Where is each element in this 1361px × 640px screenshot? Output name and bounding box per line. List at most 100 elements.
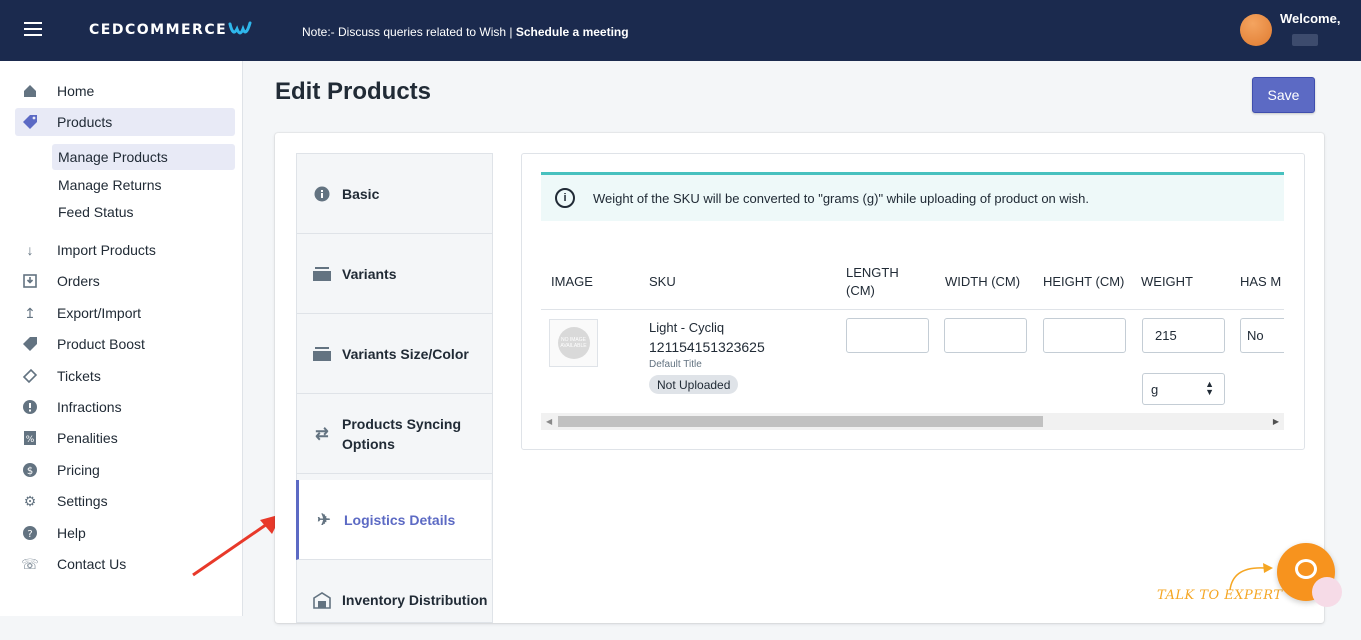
phone-icon: ☏ [21,555,39,572]
chat-bubble-icon [1295,559,1317,579]
save-button[interactable]: Save [1252,77,1315,113]
tab-label: Inventory Distribution [342,592,488,608]
tab-variants[interactable]: Variants [297,234,492,314]
column-header-length: LENGTH (CM) [846,265,899,298]
tab-inventory-distribution[interactable]: Inventory Distribution [297,560,492,640]
tab-basic[interactable]: Basic [297,154,492,234]
gear-icon: ⚙ [23,492,37,509]
sidebar-item-tickets[interactable]: Tickets [15,362,235,390]
edit-tabs: Basic Variants Variants Size/Color ⇄ Pro… [296,153,493,623]
sidebar-item-pricing[interactable]: $ Pricing [15,456,235,484]
tab-label: Basic [342,185,380,202]
sku-name: Light - Cycliq [649,320,725,335]
sidebar-item-label: Pricing [57,462,100,478]
sidebar-item-products[interactable]: Products [15,108,235,136]
banner-text: Weight of the SKU will be converted to "… [593,190,1090,206]
download-arrow-icon: ↓ [26,242,34,258]
scroll-left-icon[interactable]: ◀ [546,417,552,426]
welcome-text: Welcome, [1280,11,1341,26]
has-m-select[interactable]: No [1240,318,1284,353]
height-input[interactable] [1043,318,1126,353]
select-arrows-icon: ▲ ▼ [1205,379,1214,397]
sidebar-item-product-boost[interactable]: Product Boost [15,330,235,358]
tab-label: Logistics Details [344,511,456,528]
weight-unit-value: g [1151,381,1159,397]
column-header-sku: SKU [649,274,676,289]
horizontal-scrollbar[interactable]: ◀ ▶ [541,413,1284,430]
note-text: Note:- Discuss queries related to Wish | [302,25,516,39]
upload-arrow-icon: ↥ [24,304,36,321]
svg-text:%: % [26,435,35,445]
length-input[interactable] [846,318,929,353]
dollar-icon: $ [21,461,39,479]
percent-icon: % [21,429,39,447]
sidebar-item-label: Import Products [57,242,156,258]
scrollbar-thumb[interactable] [558,416,1043,427]
sidebar-item-import-products[interactable]: ↓ Import Products [15,236,235,264]
chat-avatar[interactable] [1312,577,1342,607]
hamburger-menu-icon[interactable] [24,22,42,36]
stack-icon [312,266,332,281]
sidebar-item-infractions[interactable]: Infractions [15,393,235,421]
width-input[interactable] [944,318,1027,353]
ticket-icon [21,367,39,385]
tag-icon [21,113,39,131]
column-header-weight: WEIGHT [1141,274,1193,289]
tag-icon [21,335,39,353]
tab-label: Variants Size/Color [342,345,469,362]
top-bar: CEDCOMMERCE Note:- Discuss queries relat… [0,0,1361,61]
sync-icon: ⇄ [315,425,329,443]
info-icon: i [555,188,575,208]
scroll-right-icon[interactable]: ▶ [1273,417,1279,426]
sidebar-item-label: Settings [57,493,108,509]
header-note: Note:- Discuss queries related to Wish |… [302,25,629,39]
avatar[interactable] [1240,14,1272,46]
sidebar-subitem-feed-status[interactable]: Feed Status [52,199,235,225]
airplane-icon: ✈ [317,511,331,529]
sidebar-item-label: Infractions [57,399,122,415]
sidebar-item-label: Orders [57,273,100,289]
wish-logo-icon [228,21,252,35]
no-image-placeholder: NO IMAGE AVAILABLE [557,327,590,359]
sidebar-item-label: Help [57,525,86,541]
sidebar-item-orders[interactable]: Orders [15,267,235,295]
alert-circle-icon [21,398,39,416]
sidebar-subitem-manage-returns[interactable]: Manage Returns [52,172,235,198]
column-header-has-m: HAS M [1240,274,1282,289]
weight-unit-select[interactable]: g ▲ ▼ [1142,373,1225,405]
brand-logo-text[interactable]: CEDCOMMERCE [89,22,227,38]
sidebar-item-home[interactable]: Home [15,77,235,105]
sidebar-item-label: Penalities [57,430,118,446]
username-redacted [1292,34,1318,46]
weight-input[interactable]: 215 [1142,318,1225,353]
sidebar-item-label: Export/Import [57,305,142,321]
column-header-width: WIDTH (CM) [945,274,1021,289]
schedule-meeting-link[interactable]: Schedule a meeting [516,25,629,39]
svg-text:$: $ [27,466,33,477]
sidebar-item-label: Tickets [57,368,101,384]
status-badge: Not Uploaded [649,375,739,394]
tab-products-syncing-options[interactable]: ⇄ Products Syncing Options [297,394,492,474]
sidebar-item-label: Product Boost [57,336,145,352]
sidebar-subitem-manage-products[interactable]: Manage Products [52,144,235,170]
column-header-image: IMAGE [551,274,593,289]
tab-label: Products Syncing Options [342,415,462,452]
sidebar-item-label: Home [57,83,95,99]
warehouse-icon [312,591,332,609]
sku-id: 121154151323625 [649,339,765,355]
sidebar-item-export-import[interactable]: ↥ Export/Import [15,299,235,327]
column-header-height: HEIGHT (CM) [1043,274,1125,289]
svg-text:?: ? [27,529,32,540]
talk-to-expert-label: TALK TO EXPERT [1157,588,1283,603]
stack-icon [312,346,332,361]
tab-variants-size-color[interactable]: Variants Size/Color [297,314,492,394]
sidebar-item-label: Products [57,114,113,130]
tab-logistics-details[interactable]: ✈ Logistics Details [296,480,491,560]
home-icon [21,82,39,100]
product-image: NO IMAGE AVAILABLE [549,319,598,367]
inbox-icon [21,272,39,290]
question-icon: ? [21,524,39,542]
sidebar-item-label: Contact Us [57,556,127,572]
info-icon [312,186,332,202]
sidebar-item-penalities[interactable]: % Penalities [15,424,235,452]
